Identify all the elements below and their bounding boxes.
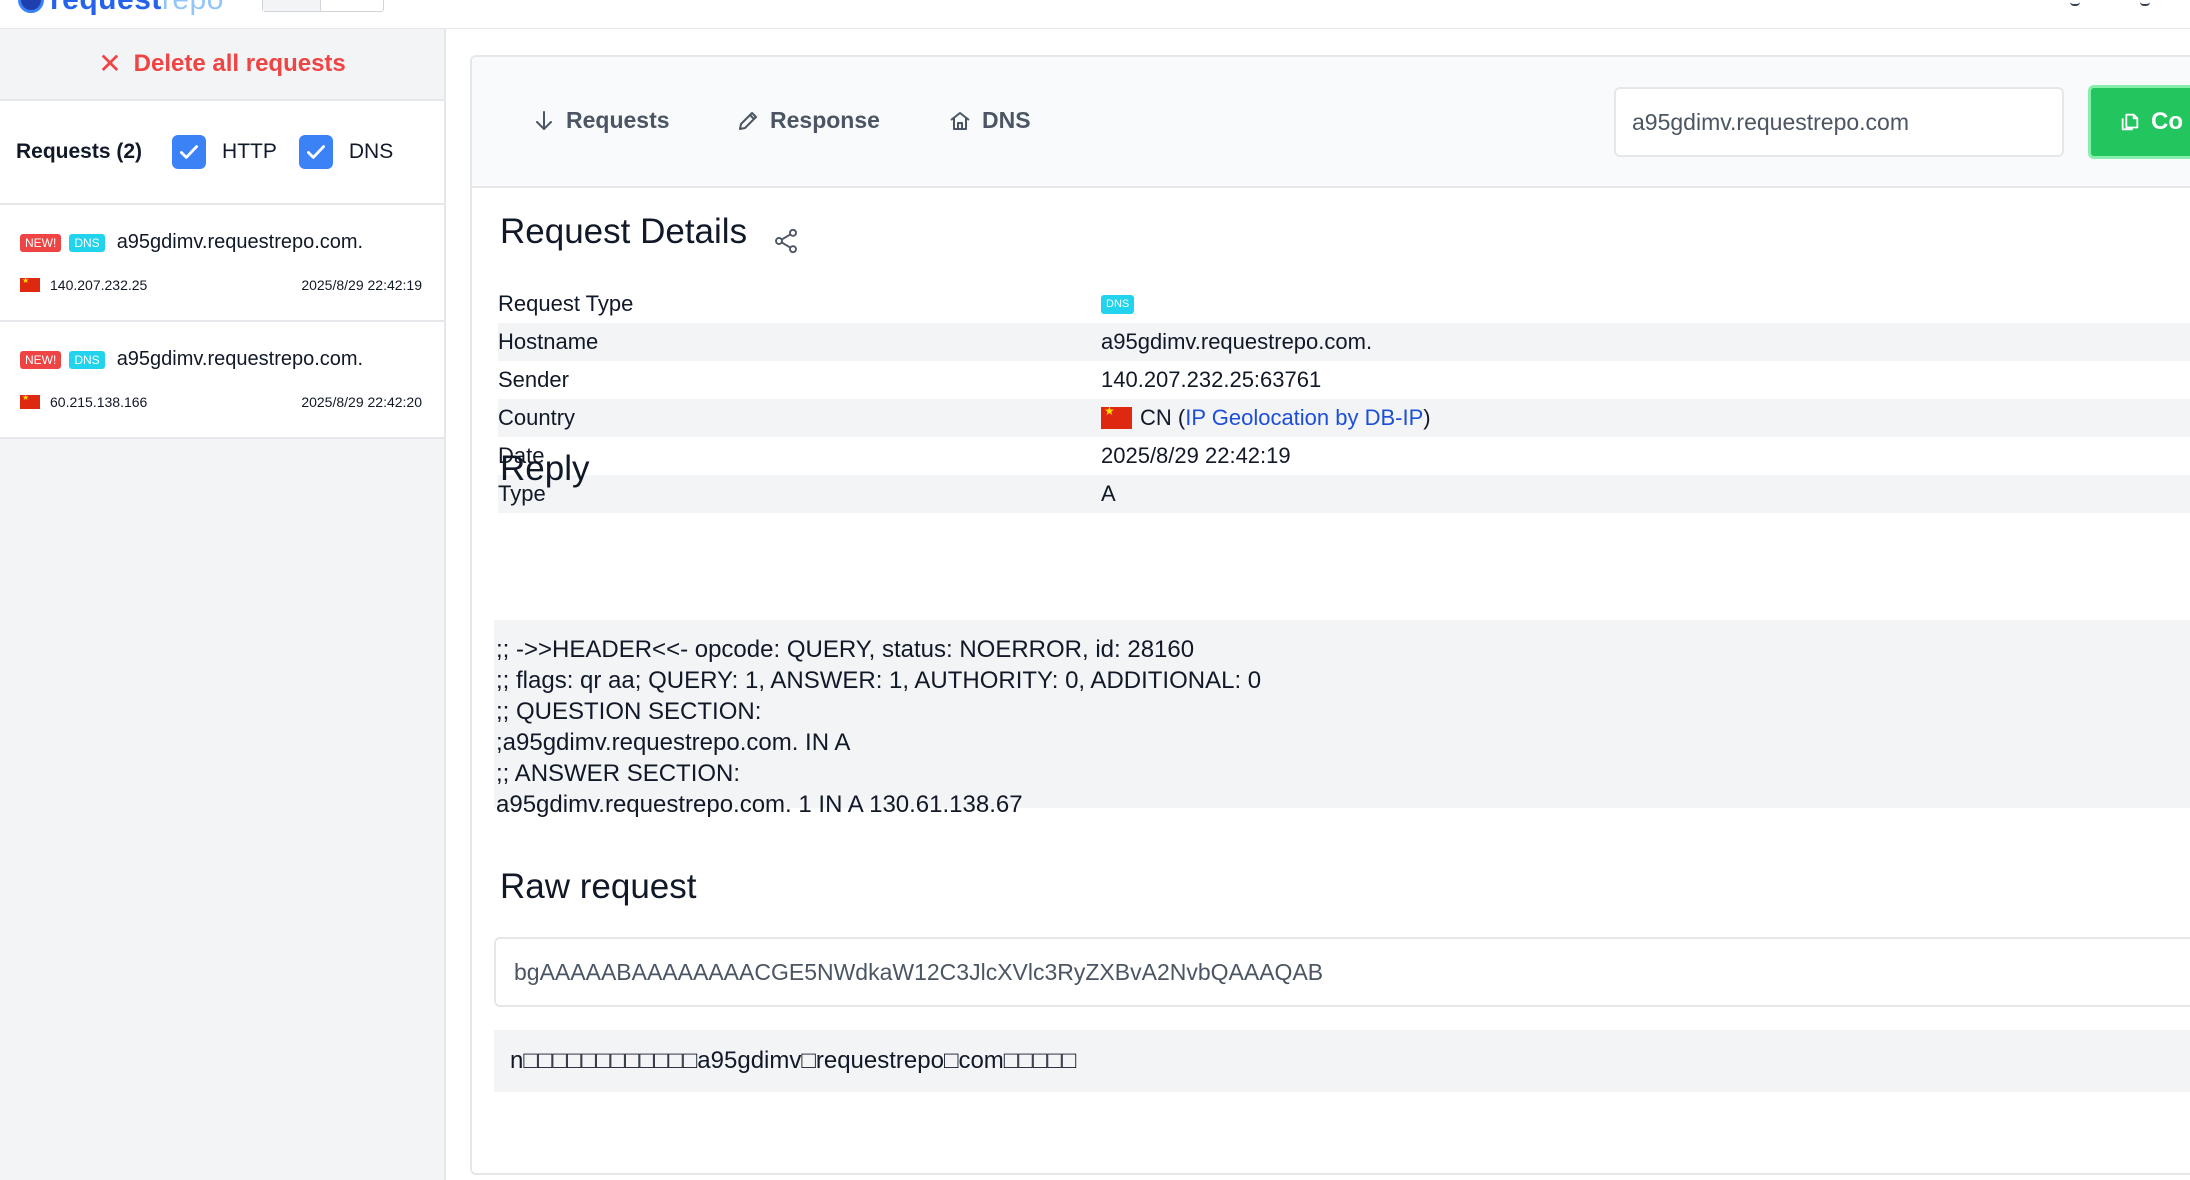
raw-request-title: Raw request bbox=[500, 867, 697, 906]
request-timestamp: 2025/8/29 22:42:19 bbox=[301, 277, 422, 293]
request-ip: 60.215.138.166 bbox=[50, 394, 148, 410]
request-list-item[interactable]: NEW! DNS a95gdimv.requestrepo.com. 140.2… bbox=[0, 205, 444, 322]
raw-request-base64-field[interactable] bbox=[494, 937, 2190, 1007]
tab-response-label: Response bbox=[770, 107, 880, 133]
request-filter-row: Requests (2) HTTP DNS bbox=[0, 101, 444, 205]
dns-badge: DNS bbox=[69, 350, 105, 369]
top-bar: requestrepo bbox=[0, 0, 2190, 29]
request-details-title: Request Details bbox=[500, 212, 748, 251]
detail-value: a95gdimv.requestrepo.com. bbox=[1101, 329, 1373, 354]
china-flag-icon bbox=[20, 276, 40, 292]
ip-geolocation-link[interactable]: IP Geolocation by DB-IP bbox=[1185, 405, 1423, 431]
detail-key: Hostname bbox=[498, 329, 599, 354]
detail-key: Sender bbox=[498, 367, 569, 392]
checkmark-icon bbox=[180, 145, 199, 159]
detail-key: Request Type bbox=[498, 291, 634, 316]
copy-icon bbox=[2121, 113, 2139, 131]
dns-filter-checkbox[interactable] bbox=[298, 135, 333, 169]
http-filter-checkbox[interactable] bbox=[172, 135, 207, 169]
close-icon: ✕ bbox=[98, 48, 122, 79]
logo-text: requestrepo bbox=[50, 0, 224, 17]
detail-row-date: Date 2025/8/29 22:42:19 bbox=[498, 437, 2190, 475]
request-list-item[interactable]: NEW! DNS a95gdimv.requestrepo.com. 60.21… bbox=[0, 322, 444, 439]
detail-row-request-type: Request Type DNS bbox=[498, 285, 2190, 323]
detail-value: A bbox=[1101, 481, 1116, 506]
request-timestamp: 2025/8/29 22:42:20 bbox=[301, 394, 422, 410]
detail-value: 2025/8/29 22:42:19 bbox=[1101, 443, 1291, 468]
dns-reply-output: ;; ->>HEADER<<- opcode: QUERY, status: N… bbox=[494, 620, 2190, 818]
request-details-table: Request Type DNS Hostname a95gdimv.reque… bbox=[498, 285, 2190, 513]
reply-title: Reply bbox=[500, 449, 590, 488]
copy-button-label: Co bbox=[2151, 108, 2183, 135]
dns-badge: DNS bbox=[1101, 294, 1135, 314]
tab-dns[interactable]: DNS bbox=[948, 107, 1031, 134]
http-filter-label: HTTP bbox=[222, 140, 277, 163]
request-host: a95gdimv.requestrepo.com. bbox=[116, 231, 364, 253]
detail-value: 140.207.232.25:63761 bbox=[1101, 367, 1322, 392]
detail-key: Country bbox=[498, 405, 576, 430]
new-badge: NEW! bbox=[20, 350, 62, 369]
main-tabs-bar: Requests Response DNS Co bbox=[472, 57, 2190, 188]
request-host: a95gdimv.requestrepo.com. bbox=[116, 348, 364, 370]
china-flag-icon bbox=[1101, 404, 1132, 429]
tab-response[interactable]: Response bbox=[736, 107, 880, 134]
country-code: CN bbox=[1140, 405, 1172, 430]
top-action-icon[interactable] bbox=[2070, 0, 2080, 6]
top-segmented-control[interactable] bbox=[262, 0, 384, 12]
top-segment-1[interactable] bbox=[263, 0, 321, 11]
copy-url-button[interactable]: Co bbox=[2088, 85, 2190, 159]
share-icon[interactable] bbox=[772, 227, 800, 255]
tab-requests[interactable]: Requests bbox=[532, 107, 670, 134]
top-right-actions bbox=[2070, 0, 2150, 6]
delete-all-requests-button[interactable]: ✕ Delete all requests bbox=[0, 29, 444, 101]
subdomain-url-input[interactable] bbox=[1614, 87, 2064, 157]
sidebar: ✕ Delete all requests Requests (2) HTTP … bbox=[0, 29, 446, 1180]
new-badge: NEW! bbox=[20, 233, 62, 252]
requests-count: Requests (2) bbox=[16, 140, 143, 163]
dns-badge: DNS bbox=[69, 233, 105, 252]
raw-request-decoded: n□□□□□□□□□□□□a95gdimv□requestrepo□com□□□… bbox=[494, 1030, 2190, 1092]
tab-requests-label: Requests bbox=[566, 107, 670, 133]
detail-row-sender: Sender 140.207.232.25:63761 bbox=[498, 361, 2190, 399]
dns-filter-label: DNS bbox=[348, 140, 394, 163]
request-ip: 140.207.232.25 bbox=[50, 277, 148, 293]
detail-row-type: Type A bbox=[498, 475, 2190, 513]
logo-icon bbox=[18, 0, 44, 13]
house-icon bbox=[950, 111, 970, 130]
main-panel: Requests Response DNS Co Request Details… bbox=[470, 55, 2190, 1175]
app-logo[interactable]: requestrepo bbox=[18, 0, 224, 17]
detail-row-hostname: Hostname a95gdimv.requestrepo.com. bbox=[498, 323, 2190, 361]
paren-close: ) bbox=[1423, 405, 1431, 430]
top-action-icon[interactable] bbox=[2140, 0, 2150, 6]
tab-dns-label: DNS bbox=[982, 107, 1031, 133]
detail-row-country: Country CN ( IP Geolocation by DB-IP ) bbox=[498, 399, 2190, 437]
pencil-icon bbox=[739, 111, 757, 130]
china-flag-icon bbox=[20, 393, 40, 409]
paren-open: ( bbox=[1171, 405, 1186, 430]
delete-all-label: Delete all requests bbox=[133, 50, 346, 77]
checkmark-icon bbox=[306, 145, 325, 159]
arrow-down-icon bbox=[536, 110, 552, 130]
